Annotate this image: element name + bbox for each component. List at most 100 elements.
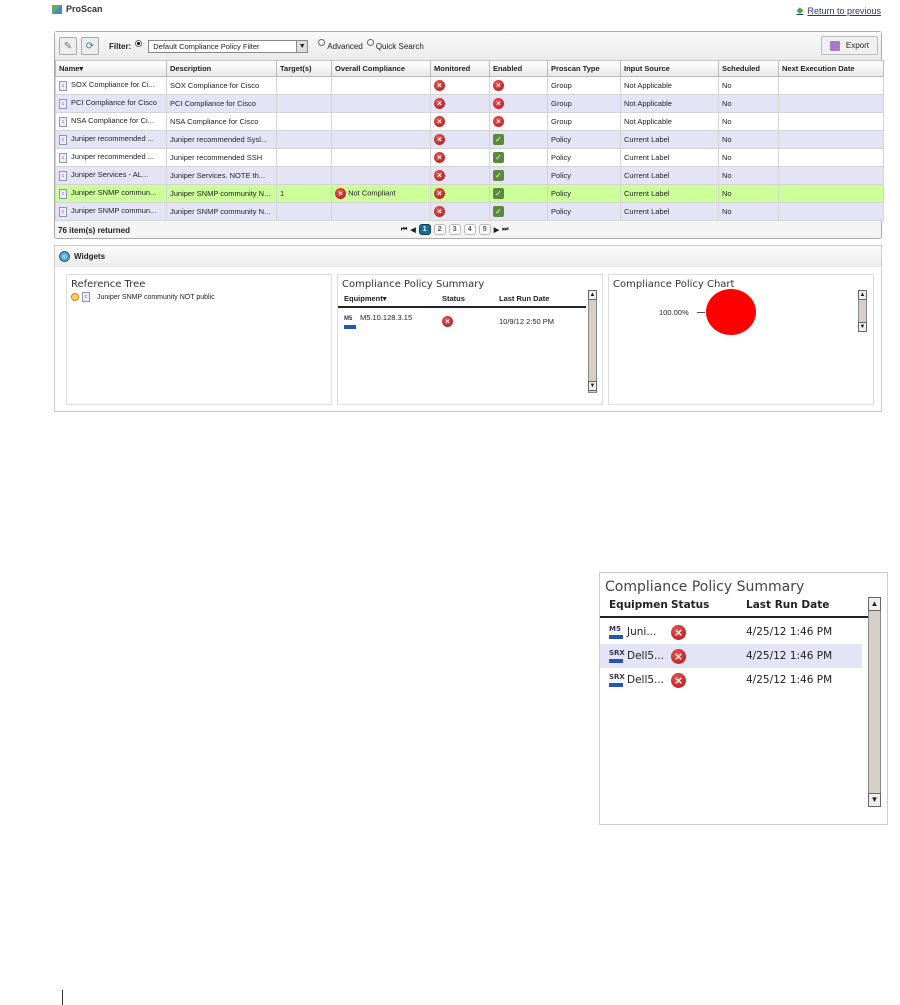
summary-row[interactable]: M5 Juni... × 4/25/12 1:46 PM — [600, 620, 862, 644]
cell-input: Not Applicable — [620, 94, 719, 113]
cell-targets — [276, 94, 332, 113]
page-button[interactable]: 3 — [448, 224, 461, 235]
pie-chart — [706, 289, 756, 335]
export-button[interactable]: Export — [820, 36, 878, 55]
tree-item[interactable]: c Juniper SNMP community NOT public — [67, 290, 331, 302]
return-to-previous-link[interactable]: ◆ Return to previous — [797, 5, 881, 16]
save-icon — [829, 40, 840, 51]
scroll-down-button[interactable]: ▼ — [588, 381, 597, 391]
page-button[interactable]: 4 — [463, 224, 476, 235]
column-header[interactable]: Description — [166, 60, 277, 77]
policy-icon: c — [59, 152, 67, 163]
column-equipment[interactable]: Equipment▾ — [344, 294, 442, 303]
pie-slice-100 — [706, 289, 756, 335]
fail-icon: × — [671, 624, 686, 640]
scroll-down-button[interactable]: ▼ — [858, 322, 867, 332]
column-last-run[interactable]: Last Run Date — [746, 599, 829, 611]
check-icon: ✓ — [493, 152, 504, 163]
cell-description: NSA Compliance for Cisco — [166, 112, 277, 131]
cell-type: Policy — [547, 202, 621, 221]
cell-next — [778, 112, 884, 131]
cell-description: Juniper SNMP community N... — [166, 184, 277, 203]
table-row[interactable]: c SOX Compliance for Ci... SOX Compliance … — [55, 76, 884, 95]
proscan-icon — [52, 4, 62, 14]
scroll-down-button[interactable]: ▼ — [868, 793, 881, 807]
column-header[interactable]: Next Execution Date — [778, 60, 884, 77]
refresh-icon: ⟳ — [85, 40, 95, 52]
widgets-icon — [59, 251, 70, 262]
advanced-radio[interactable] — [318, 38, 326, 46]
quick-search-radio[interactable] — [366, 38, 374, 46]
device-icon: M5 — [609, 625, 623, 639]
column-last-run[interactable]: Last Run Date — [499, 294, 549, 303]
refresh-button[interactable]: ⟳ — [81, 37, 99, 55]
fail-icon: × — [671, 672, 686, 688]
proscan-grid-panel: ✎ ⟳ Filter: Default Compliance Policy Fi… — [54, 31, 884, 239]
table-row[interactable]: c Juniper SNMP commun... Juniper SNMP comm… — [55, 184, 884, 203]
last-page-icon[interactable]: ⏭ — [502, 226, 508, 234]
filter-label: Filter: — [109, 41, 132, 51]
first-page-icon[interactable]: ⏮ — [401, 226, 407, 234]
table-row[interactable]: c Juniper Services - AL... Juniper Service… — [55, 166, 884, 185]
cell-overall — [331, 76, 431, 95]
cell-enabled: ✓ — [489, 166, 548, 185]
app-title: ProScan — [52, 4, 103, 14]
wrench-button[interactable]: ✎ — [59, 37, 77, 55]
fail-icon: × — [493, 80, 504, 91]
fail-icon: × — [434, 188, 445, 199]
cell-next — [778, 184, 884, 203]
column-header[interactable]: Proscan Type — [547, 60, 621, 77]
filter-radio[interactable] — [135, 39, 143, 47]
summary-row[interactable]: SRX Dell5... × 4/25/12 1:46 PM — [600, 644, 862, 668]
device-icon: SRX — [609, 673, 625, 687]
column-equipment[interactable]: Equipmen — [609, 599, 671, 611]
cell-targets — [276, 76, 332, 95]
scrollbar[interactable] — [868, 597, 881, 807]
scroll-up-button[interactable]: ▲ — [588, 290, 597, 300]
page-button[interactable]: 2 — [433, 224, 446, 235]
column-header[interactable]: Enabled — [489, 60, 548, 77]
page-button[interactable]: 1 — [418, 224, 431, 235]
fail-icon: × — [671, 648, 686, 664]
table-row[interactable]: c Juniper recommended ... Juniper recommen… — [55, 148, 884, 167]
column-header[interactable]: Input Source — [620, 60, 719, 77]
column-header[interactable]: Name▾ — [55, 60, 167, 77]
chevron-down-icon[interactable]: ▼ — [296, 40, 308, 52]
summary-row[interactable]: SRX Dell5... × 4/25/12 1:46 PM — [600, 668, 862, 692]
cell-name: c PCI Compliance for Cisco — [55, 94, 167, 113]
column-header[interactable]: Overall Compliance — [331, 60, 431, 77]
table-row[interactable]: c Juniper recommended ... Juniper recommen… — [55, 130, 884, 149]
table-row[interactable]: c NSA Compliance for Ci... NSA Compliance … — [55, 112, 884, 131]
scroll-up-button[interactable]: ▲ — [868, 597, 881, 611]
fail-icon: × — [434, 152, 445, 163]
summary-row[interactable]: M5 M5.10.128.3.15 × 10/9/12 2:50 PM — [338, 308, 602, 329]
grid-footer: 76 item(s) returned ⏮ ◀ 1 2 3 4 5 ▶ ⏭ — [55, 221, 881, 239]
cell-targets — [276, 148, 332, 167]
filter-select[interactable]: Default Compliance Policy Filter ▼ — [148, 39, 309, 53]
column-status[interactable]: Status — [671, 599, 746, 611]
cell-type: Policy — [547, 166, 621, 185]
page-margin-line — [62, 990, 63, 1005]
cell-name: c Juniper recommended ... — [55, 130, 167, 149]
table-row[interactable]: c Juniper SNMP commun... Juniper SNMP comm… — [55, 202, 884, 221]
expand-icon[interactable] — [71, 293, 79, 301]
next-page-icon[interactable]: ▶ — [494, 226, 499, 234]
column-status[interactable]: Status — [442, 294, 499, 303]
compliance-chart-widget: Compliance Policy Chart 100.00% ▲ ▼ — [608, 274, 874, 405]
page-button[interactable]: 5 — [478, 224, 491, 235]
column-header[interactable]: Monitored — [430, 60, 490, 77]
cell-name: c Juniper Services - AL... — [55, 166, 167, 185]
cell-monitored: × — [430, 112, 490, 131]
compliance-summary-detail: Compliance Policy Summary Equipmen Statu… — [599, 572, 888, 825]
scrollbar[interactable] — [588, 290, 597, 393]
column-header[interactable]: Target(s) — [276, 60, 332, 77]
cell-next — [778, 94, 884, 113]
scroll-up-button[interactable]: ▲ — [858, 290, 867, 300]
policy-table: Name▾ Description Target(s) Overall Complia… — [55, 60, 884, 221]
policy-icon: c — [59, 134, 67, 145]
prev-page-icon[interactable]: ◀ — [410, 226, 415, 234]
item-count: 76 item(s) returned — [58, 225, 131, 235]
column-header[interactable]: Scheduled — [718, 60, 779, 77]
fail-icon: × — [434, 206, 445, 217]
table-row[interactable]: c PCI Compliance for Cisco PCI Compliance … — [55, 94, 884, 113]
